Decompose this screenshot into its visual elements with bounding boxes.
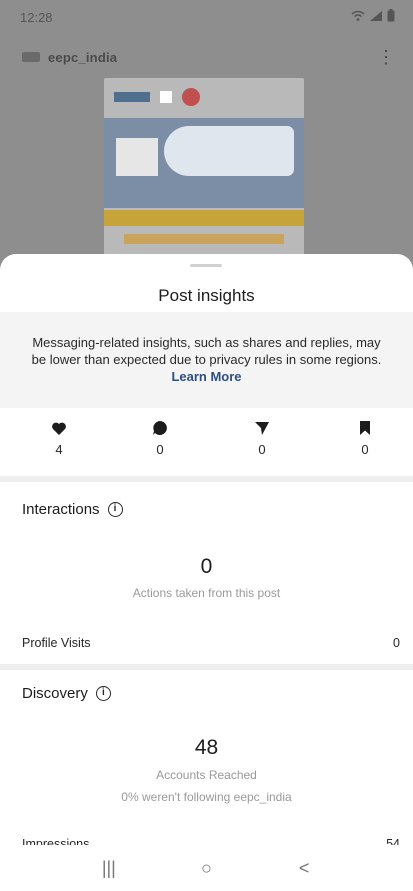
post-handle[interactable]: eepc_india: [48, 50, 117, 65]
status-time: 12:28: [20, 9, 53, 25]
stat-saves: 0: [350, 418, 380, 457]
stat-likes: 4: [44, 418, 74, 457]
discovery-value: 48: [194, 736, 219, 759]
back-icon: <: [298, 857, 310, 878]
status-icons: [351, 9, 395, 25]
interactions-caption: Actions taken from this post: [132, 586, 281, 600]
learn-more-link[interactable]: Learn More: [171, 369, 241, 384]
home-icon: ○: [201, 857, 212, 878]
discovery-title: Discovery: [22, 685, 88, 702]
stat-value: 0: [361, 442, 369, 457]
avatar[interactable]: [22, 52, 40, 62]
system-nav-bar: ||| ○ <: [0, 845, 413, 891]
status-bar: 12:28: [0, 0, 413, 34]
post-logos: [114, 88, 200, 106]
logo-shape: [182, 88, 200, 106]
logo-shape: [160, 91, 172, 103]
insights-sheet: Post insights Messaging-related insights…: [0, 254, 413, 891]
discovery-caption: Accounts Reached: [156, 768, 257, 782]
share-icon: [247, 418, 277, 438]
interactions-header: Interactions i: [22, 501, 123, 518]
recents-button[interactable]: |||: [94, 853, 124, 883]
stat-value: 4: [55, 442, 63, 457]
post-image: [104, 78, 304, 258]
home-button[interactable]: ○: [191, 853, 221, 883]
heart-icon: [44, 418, 74, 438]
post-footer-strip: [124, 234, 284, 244]
post-train-graphic: [164, 126, 294, 176]
sheet-title: Post insights: [158, 286, 255, 305]
logo-shape: [114, 92, 150, 102]
info-icon[interactable]: i: [95, 686, 111, 701]
section-divider: [0, 476, 413, 482]
post-strip: [104, 210, 304, 226]
stat-value: 0: [156, 442, 164, 457]
info-icon[interactable]: i: [107, 502, 123, 517]
stat-shares: 0: [247, 418, 277, 457]
post-tag-graphic: [116, 138, 158, 176]
profile-visits-row[interactable]: Profile Visits 0: [22, 636, 400, 650]
engagement-stats: 4 0 0 0: [0, 412, 413, 470]
notice-text: Messaging-related insights, such as shar…: [31, 335, 382, 367]
interactions-title: Interactions: [22, 501, 100, 518]
stat-value: 0: [258, 442, 266, 457]
more-vertical-icon[interactable]: ⋮: [377, 48, 395, 66]
recents-icon: |||: [101, 857, 116, 878]
section-divider: [0, 664, 413, 670]
bookmark-icon: [350, 418, 380, 438]
row-value: 0: [393, 636, 400, 650]
discovery-header: Discovery i: [22, 685, 111, 702]
comment-icon: [145, 418, 175, 438]
interactions-value: 0: [200, 555, 213, 578]
wifi-icon: [351, 10, 365, 25]
discovery-subcaption: 0% weren't following eepc_india: [121, 790, 292, 804]
back-button[interactable]: <: [289, 853, 319, 883]
signal-icon: [369, 10, 383, 25]
stat-comments: 0: [145, 418, 175, 457]
post-header: eepc_india ⋮: [0, 40, 413, 74]
row-label: Profile Visits: [22, 636, 91, 650]
battery-icon: [387, 9, 395, 25]
privacy-notice: Messaging-related insights, such as shar…: [0, 312, 413, 408]
drag-handle[interactable]: [190, 264, 222, 267]
